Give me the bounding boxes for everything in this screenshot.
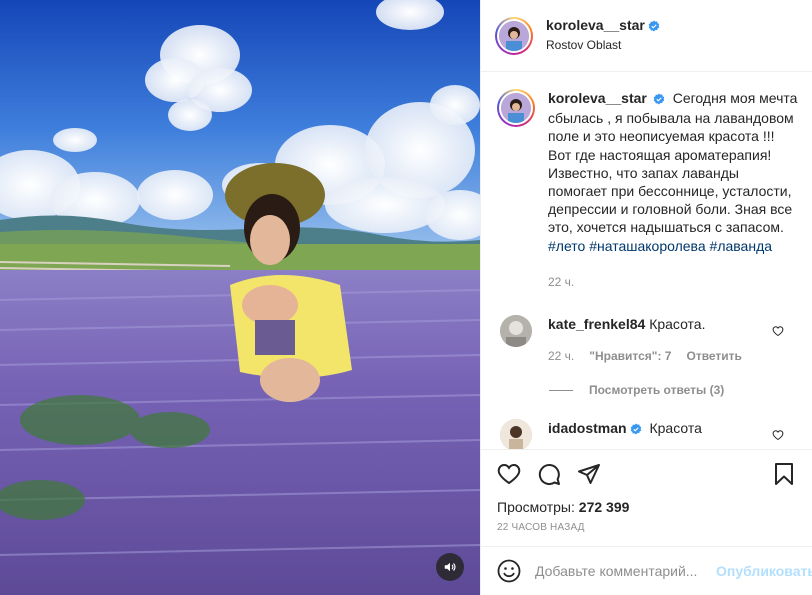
views-number: 272 399	[578, 499, 630, 515]
author-avatar[interactable]	[495, 16, 533, 55]
author-username[interactable]: koroleva__star	[546, 17, 645, 33]
speaker-icon	[444, 562, 456, 572]
paper-plane-icon[interactable]	[577, 462, 601, 486]
hashtag-summer[interactable]: #лето	[548, 238, 585, 254]
heart-icon[interactable]	[497, 462, 521, 486]
add-comment-form: Опубликовать	[481, 546, 812, 595]
comment-text: Красота	[649, 420, 702, 437]
caption-text: Сегодня моя мечта сбылась , я побывала н…	[548, 90, 798, 236]
post-details-panel: koroleva__star Rostov Oblast koroleva__s…	[480, 0, 812, 595]
caption-time: 22 ч.	[548, 274, 575, 289]
commenter-avatar[interactable]	[500, 315, 532, 348]
sound-toggle-button[interactable]	[436, 553, 464, 581]
comment-icon[interactable]	[537, 462, 561, 486]
post-timestamp[interactable]: 22 часов назад	[497, 522, 796, 533]
smiley-icon[interactable]	[497, 559, 521, 583]
caption-username[interactable]: koroleva__star	[548, 90, 647, 106]
commenter-avatar[interactable]	[500, 419, 532, 449]
post-actions: Просмотры: 272 399 22 часов назад	[481, 449, 812, 533]
hashtag-lavender[interactable]: #лаванда	[710, 238, 773, 254]
verified-badge-icon	[648, 19, 660, 36]
comment-like-heart-icon[interactable]	[772, 324, 784, 340]
view-count[interactable]: Просмотры: 272 399	[497, 498, 796, 516]
comment-text: Красота.⁣	[649, 316, 706, 333]
view-replies-label: Посмотреть ответы (3)	[589, 383, 725, 398]
post-location[interactable]: Rostov Oblast	[546, 37, 660, 54]
comment-username[interactable]: idadostman	[548, 420, 627, 436]
hashtag-natashakoroleva[interactable]: #наташакоролева	[589, 238, 705, 254]
comment-item: idadostman Красота	[497, 419, 798, 449]
verified-badge-icon	[630, 421, 642, 439]
view-replies-button[interactable]: Посмотреть ответы (3)	[549, 383, 798, 397]
post-header: koroleva__star Rostov Oblast	[481, 0, 812, 72]
verified-badge-icon	[653, 91, 665, 109]
comment-username[interactable]: kate_frenkel84	[548, 316, 645, 332]
post-video[interactable]	[0, 0, 480, 595]
publish-button[interactable]: Опубликовать	[716, 563, 812, 579]
caption-avatar[interactable]	[497, 89, 535, 127]
caption: koroleva__star Сегодня моя мечта сбылась…	[497, 89, 798, 291]
comment-likes[interactable]: "Нравится": 7	[589, 347, 671, 365]
reply-button[interactable]: Ответить	[686, 347, 741, 365]
replies-divider	[549, 389, 573, 391]
comments-list[interactable]: koroleva__star Сегодня моя мечта сбылась…	[481, 73, 812, 449]
comment-time: 22 ч.	[548, 349, 575, 364]
video-frame	[0, 0, 480, 595]
bookmark-icon[interactable]	[772, 462, 796, 486]
comment-item: kate_frenkel84 Красота.⁣ 22 ч. "Нравится…	[497, 315, 798, 365]
views-label: Просмотры:	[497, 499, 575, 515]
comment-input[interactable]	[535, 563, 716, 579]
comment-like-heart-icon[interactable]	[772, 428, 784, 444]
